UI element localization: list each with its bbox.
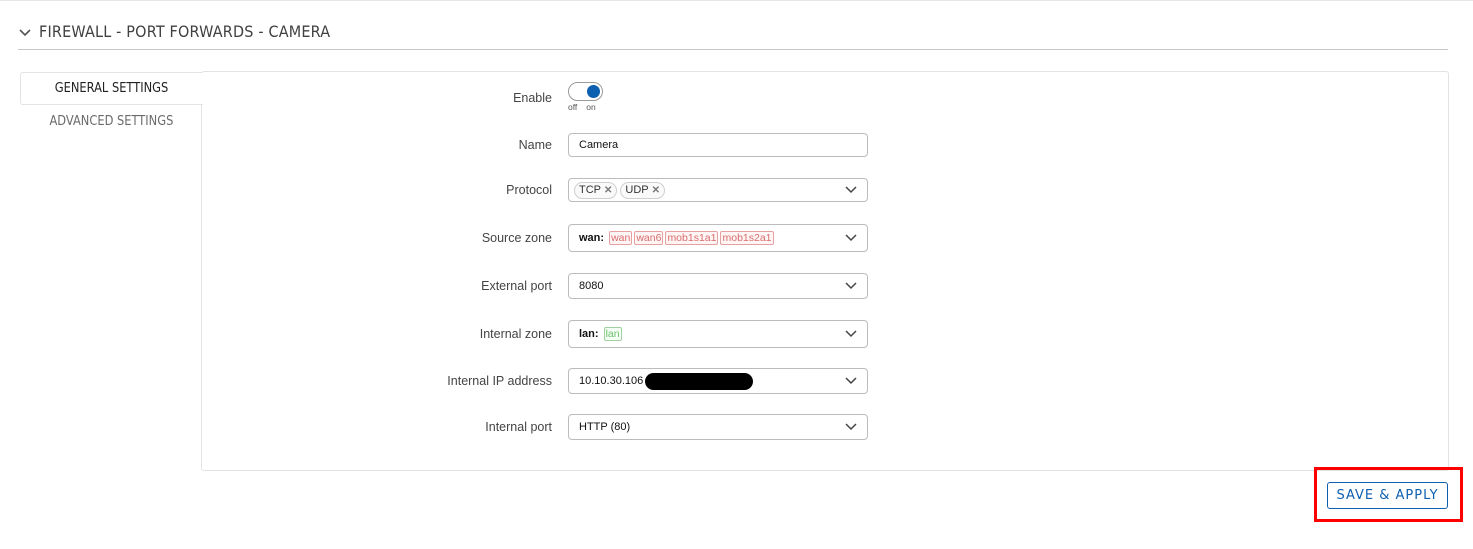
internal-zone-select[interactable]: lan: lan [568,320,868,348]
network-badge: mob1s2a1 [720,231,774,245]
chevron-down-icon[interactable] [845,423,857,431]
save-apply-button[interactable]: SAVE & APPLY [1327,482,1448,509]
chevron-down-icon[interactable] [845,282,857,290]
chevron-down-icon[interactable] [845,234,857,242]
source-zone-select[interactable]: wan: wan wan6 mob1s1a1 mob1s2a1 [568,224,868,252]
internal-port-value: HTTP (80) [579,421,631,433]
chevron-down-icon[interactable] [845,186,857,194]
protocol-row: Protocol TCP ✕ UDP ✕ [201,178,881,212]
tab-advanced-settings-label: ADVANCED SETTINGS [49,114,173,129]
internal-port-row: Internal port HTTP (80) [201,414,881,448]
name-value: Camera [579,139,619,151]
protocol-select[interactable]: TCP ✕ UDP ✕ [568,178,868,202]
chevron-down-icon[interactable] [845,377,857,385]
enable-label: Enable [513,91,552,105]
tab-general-settings-label: GENERAL SETTINGS [55,81,169,96]
internal-ip-value: 10.10.30.106 [579,375,644,387]
external-port-select[interactable]: 8080 [568,273,868,299]
internal-ip-row: Internal IP address 10.10.30.106 [201,368,881,402]
enable-toggle[interactable] [568,82,603,101]
source-zone-label: Source zone [481,231,552,245]
protocol-label: Protocol [506,183,552,197]
section-header[interactable]: FIREWALL - PORT FORWARDS - CAMERA [18,20,1448,50]
zone-key: lan: [579,328,599,340]
remove-icon[interactable]: ✕ [652,185,660,196]
toggle-off-text: off [568,102,578,112]
internal-zone-label: Internal zone [479,327,552,341]
chevron-down-icon[interactable] [845,330,857,338]
internal-ip-label: Internal IP address [447,374,552,388]
section-title: FIREWALL - PORT FORWARDS - CAMERA [39,22,331,41]
external-port-label: External port [481,279,552,293]
chevron-down-icon[interactable] [19,28,31,37]
redaction-bar [645,372,754,390]
external-port-row: External port 8080 [201,273,881,307]
name-row: Name Camera [201,133,881,167]
external-port-value: 8080 [579,280,604,292]
toggle-state-labels: off on [568,102,605,112]
remove-icon[interactable]: ✕ [604,185,612,196]
name-field[interactable]: Camera [568,133,868,157]
source-zone-row: Source zone wan: wan wan6 mob1s1a1 mob1s… [201,224,881,258]
toggle-knob [587,85,600,98]
internal-port-label: Internal port [485,420,552,434]
protocol-chip-udp: UDP ✕ [620,181,666,199]
network-badge: lan [603,327,622,341]
tab-general-settings[interactable]: GENERAL SETTINGS [20,72,203,105]
chip-label: UDP [625,184,649,196]
enable-row: Enable off on [201,80,881,114]
network-badge: mob1s1a1 [665,231,719,245]
internal-ip-select[interactable]: 10.10.30.106 [568,368,868,394]
network-badge: wan6 [634,231,664,245]
chip-label: TCP [579,184,601,196]
protocol-chip-tcp: TCP ✕ [574,181,618,199]
internal-zone-row: Internal zone lan: lan [201,320,881,354]
toggle-on-text: on [586,102,596,112]
network-badge: wan [609,231,633,245]
top-divider [0,0,1473,1]
settings-panel [201,71,1449,471]
zone-key: wan: [579,232,605,244]
internal-port-select[interactable]: HTTP (80) [568,414,868,440]
tab-advanced-settings[interactable]: ADVANCED SETTINGS [20,106,202,137]
name-label: Name [518,138,552,152]
